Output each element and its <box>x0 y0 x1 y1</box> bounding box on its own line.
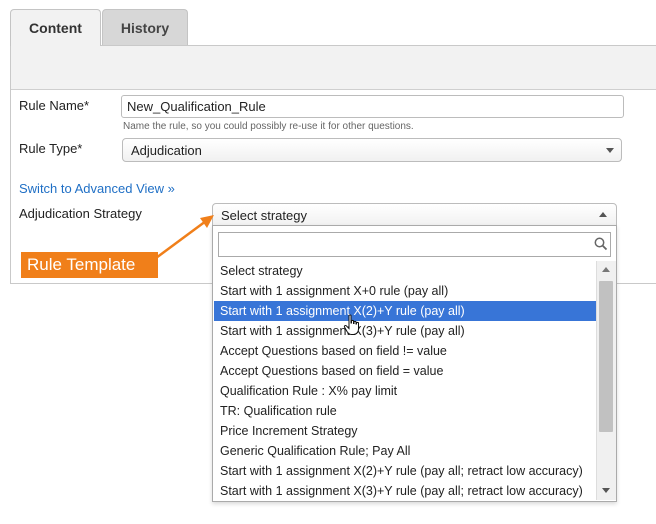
dropdown-option[interactable]: Start with 1 assignment X(2)+Y rule (pay… <box>214 301 596 321</box>
dropdown-option[interactable]: Start with 1 assignment X(3)+Y rule (pay… <box>214 321 596 341</box>
dropdown-search-input[interactable] <box>218 232 611 257</box>
advanced-view-link[interactable]: Switch to Advanced View » <box>19 181 175 196</box>
dropdown-option[interactable]: Accept Questions based on field != value <box>214 341 596 361</box>
rule-name-label: Rule Name* <box>19 98 90 113</box>
annotation-arrow-icon <box>155 215 214 260</box>
rule-name-input[interactable]: New_Qualification_Rule <box>121 95 624 118</box>
dropdown-option[interactable]: Qualification Rule : X% pay limit <box>214 381 596 401</box>
scroll-up-arrow-icon[interactable] <box>602 267 610 272</box>
dropdown-option[interactable]: Accept Questions based on field = value <box>214 361 596 381</box>
chevron-down-icon <box>606 148 614 153</box>
strategy-label: Adjudication Strategy <box>19 206 142 221</box>
rule-name-hint: Name the rule, so you could possibly re-… <box>123 121 414 132</box>
tab-content[interactable]: Content <box>10 9 101 46</box>
dropdown-option[interactable]: Generic Qualification Rule; Pay All <box>214 441 596 461</box>
strategy-select[interactable]: Select strategy <box>212 203 617 227</box>
dropdown-option[interactable]: Start with 1 assignment X(3)+Y rule (pay… <box>214 481 596 501</box>
rule-type-label: Rule Type* <box>19 141 83 156</box>
rule-type-value: Adjudication <box>131 142 202 158</box>
tab-bar: Content History <box>10 0 656 46</box>
rule-template-callout: Rule Template <box>21 252 158 278</box>
tab-history[interactable]: History <box>102 9 188 45</box>
scrollbar-thumb[interactable] <box>599 281 613 432</box>
strategy-dropdown: Select strategy Start with 1 assignment X… <box>212 225 617 502</box>
rule-type-select[interactable]: Adjudication <box>122 138 622 162</box>
hand-cursor-icon <box>343 314 359 335</box>
strategy-select-value: Select strategy <box>221 207 307 223</box>
chevron-up-icon <box>599 212 607 217</box>
dropdown-option[interactable]: TR: Qualification rule <box>214 401 596 421</box>
dropdown-option[interactable]: Start with 1 assignment X(2)+Y rule (pay… <box>214 461 596 481</box>
dropdown-option[interactable]: Price Increment Strategy <box>214 421 596 441</box>
dropdown-options-list: Select strategy Start with 1 assignment X… <box>214 261 596 501</box>
dropdown-option[interactable]: Select strategy <box>214 261 596 281</box>
panel-header-band <box>11 46 656 90</box>
scroll-down-arrow-icon[interactable] <box>602 488 610 493</box>
search-icon <box>594 237 608 251</box>
dropdown-scrollbar[interactable] <box>596 261 616 500</box>
dropdown-option[interactable]: Start with 1 assignment X+0 rule (pay al… <box>214 281 596 301</box>
